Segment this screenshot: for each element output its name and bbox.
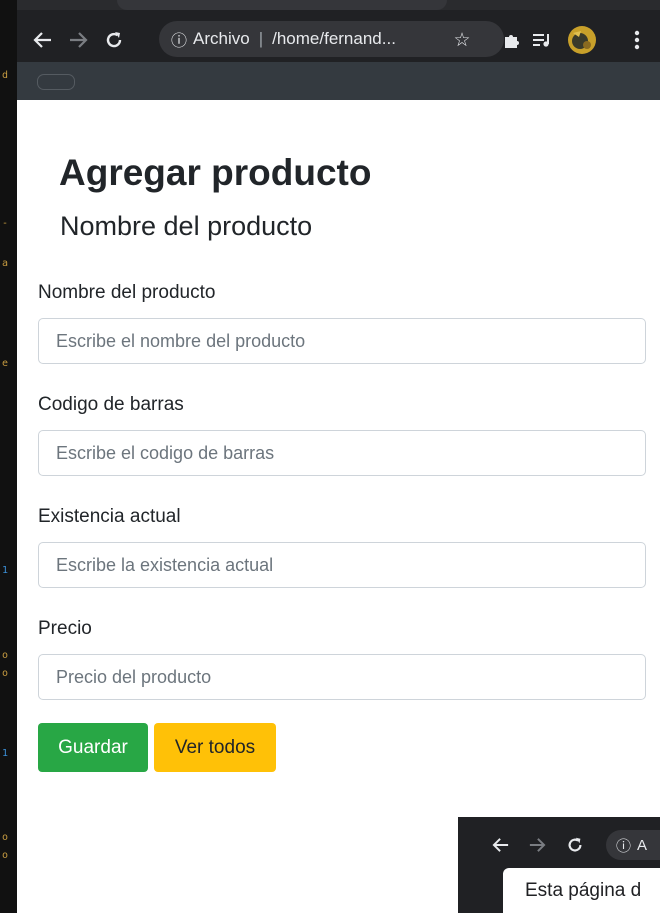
page-content: Agregar producto Nombre del producto Nom…: [17, 100, 660, 913]
kebab-menu-icon[interactable]: [627, 24, 647, 56]
barcode-input[interactable]: [38, 430, 646, 476]
field-label-existencia: Existencia actual: [38, 506, 181, 527]
dialog-box: Esta página d: [503, 868, 660, 913]
field-label-codigo: Codigo de barras: [38, 394, 184, 415]
arrow-right-icon[interactable]: [524, 831, 550, 859]
page-title: Agregar producto: [59, 152, 372, 193]
view-all-button[interactable]: Ver todos: [154, 723, 276, 772]
price-input[interactable]: [38, 654, 646, 700]
address-scheme-label: A: [637, 836, 648, 854]
address-scheme-label: Archivo: [193, 29, 250, 48]
avatar[interactable]: [565, 23, 599, 57]
dialog-message: Esta página d: [525, 880, 642, 901]
field-label-nombre: Nombre del producto: [38, 282, 216, 303]
info-icon[interactable]: ⓘ: [616, 835, 631, 856]
field-label-precio: Precio: [38, 618, 92, 639]
address-divider: |: [258, 29, 264, 48]
active-tab[interactable]: [117, 0, 447, 10]
arrow-right-icon[interactable]: [64, 24, 92, 56]
arrow-left-icon[interactable]: [488, 831, 514, 859]
reload-icon[interactable]: [99, 24, 129, 56]
address-url[interactable]: /home/fernand...: [272, 29, 396, 49]
stock-input[interactable]: [38, 542, 646, 588]
address-bar[interactable]: ⓘ A: [606, 830, 660, 860]
navbar-toggler-button[interactable]: [37, 74, 75, 90]
save-button[interactable]: Guardar: [38, 723, 148, 772]
site-navbar: [17, 62, 660, 100]
second-browser-window: ⓘ A Esta página d: [458, 817, 660, 913]
reload-icon[interactable]: [562, 831, 588, 859]
playlist-icon[interactable]: [529, 24, 555, 56]
page-subtitle: Nombre del producto: [60, 211, 313, 241]
info-icon[interactable]: ⓘ: [171, 27, 187, 51]
tab-strip: [17, 0, 660, 10]
browser-toolbar: ⓘ Archivo | /home/fernand... ☆: [17, 0, 660, 62]
background-window-edge: d - a e 1 o o 1 o o: [0, 0, 17, 913]
arrow-left-icon[interactable]: [29, 24, 57, 56]
product-name-input[interactable]: [38, 318, 646, 364]
puzzle-icon[interactable]: [499, 24, 525, 56]
star-icon[interactable]: ☆: [449, 24, 475, 56]
